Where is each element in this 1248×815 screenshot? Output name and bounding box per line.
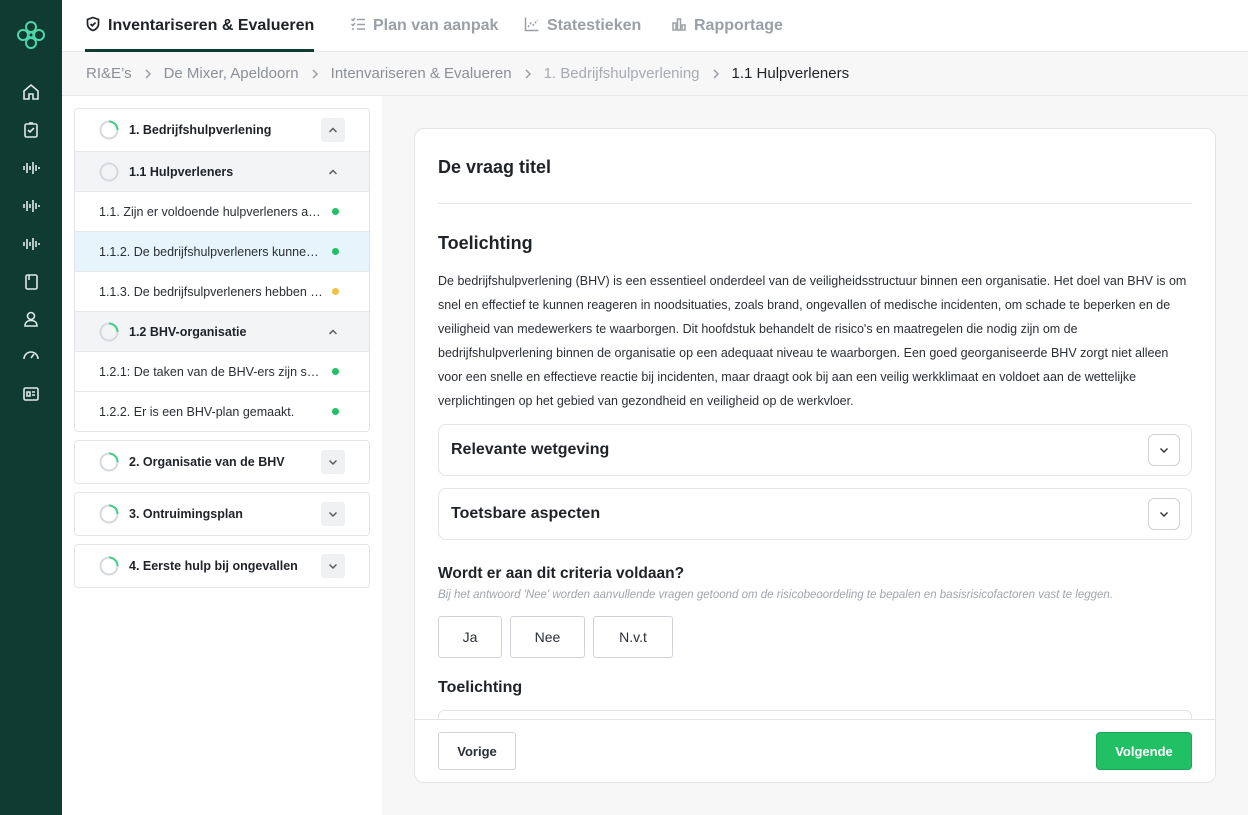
breadcrumb-item[interactable]: De Mixer, Apeldoorn xyxy=(164,65,299,82)
tab-rapportage[interactable]: Rapportage xyxy=(671,0,783,52)
group-header[interactable]: 1.2 BHV-organisatie xyxy=(75,311,369,351)
tab-label: Rapportage xyxy=(694,17,783,34)
top-tabs: Inventariseren & Evalueren Plan van aanp… xyxy=(62,0,1248,52)
status-dot xyxy=(332,288,339,295)
main-area: De vraag titel Toelichting De bedrijfshu… xyxy=(382,96,1248,815)
app-rail xyxy=(0,0,62,815)
progress-ring-icon xyxy=(99,556,119,576)
waveform-icon[interactable] xyxy=(21,196,41,216)
question-label: 1.1.2. De bedrijfshulpverleners kunnen h… xyxy=(99,244,323,259)
question-label: Wordt er aan dit criteria voldaan? xyxy=(438,565,685,582)
book-icon[interactable] xyxy=(21,272,41,292)
shield-check-icon xyxy=(85,16,101,37)
section-label: 1. Bedrijfshulpverlening xyxy=(129,123,272,137)
group-header[interactable]: 1.1 Hulpverleners xyxy=(75,151,369,191)
chart-icon xyxy=(524,16,540,37)
section-header[interactable]: 1. Bedrijfshulpverlening xyxy=(75,109,369,151)
divider xyxy=(438,203,1192,204)
section-label: 3. Ontruimingsplan xyxy=(129,507,243,521)
question-title: De vraag titel xyxy=(438,157,552,177)
option-nvt-button[interactable]: N.v.t xyxy=(593,616,673,658)
news-icon[interactable] xyxy=(21,384,41,404)
home-icon[interactable] xyxy=(21,82,41,102)
group-label: 1.1 Hulpverleners xyxy=(129,164,234,179)
group-label: 1.2 BHV-organisatie xyxy=(129,324,247,339)
tab-label: Inventariseren & Evalueren xyxy=(108,17,315,34)
breadcrumb-item[interactable]: 1. Bedrijfshulpverlening xyxy=(544,65,700,82)
accordion-toetsbare-aspecten[interactable]: Toetsbare aspecten xyxy=(438,488,1192,540)
tab-label: Plan van aanpak xyxy=(373,17,499,34)
logo-icon[interactable] xyxy=(14,18,48,52)
chevron-right-icon xyxy=(142,68,154,80)
section-card: 2. Organisatie van de BHV xyxy=(74,440,370,484)
status-dot xyxy=(332,208,339,215)
tab-plan-van-aanpak[interactable]: Plan van aanpak xyxy=(350,0,498,52)
notes-heading: Toelichting xyxy=(438,679,523,696)
explanation-text: De bedrijfshulpverlening (BHV) is een es… xyxy=(438,274,1187,408)
question-item[interactable]: 1.1. Zijn er voldoende hulpverleners aan… xyxy=(75,191,369,231)
waveform-icon[interactable] xyxy=(21,158,41,178)
question-item[interactable]: 1.2.2. Er is een BHV-plan gemaakt. xyxy=(75,391,369,431)
chevron-up-icon[interactable] xyxy=(321,320,345,344)
chevron-down-icon[interactable] xyxy=(321,450,345,474)
chevron-down-icon[interactable] xyxy=(1148,498,1180,530)
accordion-label: Toetsbare aspecten xyxy=(451,505,601,522)
chevron-down-icon[interactable] xyxy=(321,502,345,526)
chevron-down-icon[interactable] xyxy=(321,554,345,578)
section-card: 4. Eerste hulp bij ongevallen xyxy=(74,544,370,588)
option-nee-button[interactable]: Nee xyxy=(510,616,585,658)
question-label: 1.2.2. Er is een BHV-plan gemaakt. xyxy=(99,404,295,419)
chevron-right-icon xyxy=(309,68,321,80)
breadcrumb-item[interactable]: RI&E’s xyxy=(86,65,132,82)
question-label: 1.1.3. De bedrijfsulpverleners hebben ee… xyxy=(99,284,323,299)
section-header[interactable]: 4. Eerste hulp bij ongevallen xyxy=(75,545,369,587)
section-header[interactable]: 2. Organisatie van de BHV xyxy=(75,441,369,483)
status-dot xyxy=(332,368,339,375)
bar-chart-icon xyxy=(671,16,687,37)
progress-ring-icon xyxy=(99,120,119,140)
progress-ring-icon xyxy=(99,162,119,181)
section-label: 2. Organisatie van de BHV xyxy=(129,455,285,469)
user-icon[interactable] xyxy=(21,309,41,329)
breadcrumb: RI&E’s De Mixer, Apeldoorn Intenvarisere… xyxy=(62,52,1248,96)
question-tree: 1. Bedrijfshulpverlening 1.1 Hulpverlene… xyxy=(62,96,382,815)
status-dot xyxy=(332,248,339,255)
question-hint: Bij het antwoord 'Nee' worden aanvullend… xyxy=(438,589,1114,601)
breadcrumb-item[interactable]: Intenvariseren & Evalueren xyxy=(331,65,512,82)
tab-label: Statestieken xyxy=(547,17,642,34)
progress-ring-icon xyxy=(99,452,119,472)
tab-inventariseren[interactable]: Inventariseren & Evalueren xyxy=(85,0,315,52)
section-header[interactable]: 3. Ontruimingsplan xyxy=(75,493,369,535)
chevron-right-icon xyxy=(710,68,722,80)
section-card: 3. Ontruimingsplan xyxy=(74,492,370,536)
accordion-relevante-wetgeving[interactable]: Relevante wetgeving xyxy=(438,424,1192,476)
chevron-up-icon[interactable] xyxy=(321,160,345,184)
panel-footer: Vorige Volgende xyxy=(415,719,1215,782)
checklist-icon xyxy=(350,16,366,37)
question-panel: De vraag titel Toelichting De bedrijfshu… xyxy=(414,128,1216,783)
next-button[interactable]: Volgende xyxy=(1096,732,1192,770)
question-label: 1.1. Zijn er voldoende hulpverleners aan… xyxy=(99,204,323,219)
option-ja-button[interactable]: Ja xyxy=(438,616,502,658)
question-item[interactable]: 1.1.3. De bedrijfsulpverleners hebben ee… xyxy=(75,271,369,311)
previous-button[interactable]: Vorige xyxy=(438,732,516,770)
section-card: 1. Bedrijfshulpverlening 1.1 Hulpverlene… xyxy=(74,108,370,432)
clipboard-check-icon[interactable] xyxy=(21,120,41,140)
section-heading: Toelichting xyxy=(438,233,533,253)
question-label: 1.2.1: De taken van de BHV-ers zijn schr… xyxy=(99,364,323,379)
section-label: 4. Eerste hulp bij ongevallen xyxy=(129,559,298,573)
chevron-up-icon[interactable] xyxy=(321,118,345,142)
gauge-icon[interactable] xyxy=(21,346,41,366)
breadcrumb-current: 1.1 Hulpverleners xyxy=(731,65,850,82)
accordion-label: Relevante wetgeving xyxy=(451,441,610,458)
waveform-icon[interactable] xyxy=(21,234,41,254)
question-item-selected[interactable]: 1.1.2. De bedrijfshulpverleners kunnen h… xyxy=(75,231,369,271)
progress-ring-icon xyxy=(99,322,119,341)
question-item[interactable]: 1.2.1: De taken van de BHV-ers zijn schr… xyxy=(75,351,369,391)
status-dot xyxy=(332,408,339,415)
chevron-down-icon[interactable] xyxy=(1148,434,1180,466)
progress-ring-icon xyxy=(99,504,119,524)
chevron-right-icon xyxy=(522,68,534,80)
tab-statestieken[interactable]: Statestieken xyxy=(524,0,641,52)
